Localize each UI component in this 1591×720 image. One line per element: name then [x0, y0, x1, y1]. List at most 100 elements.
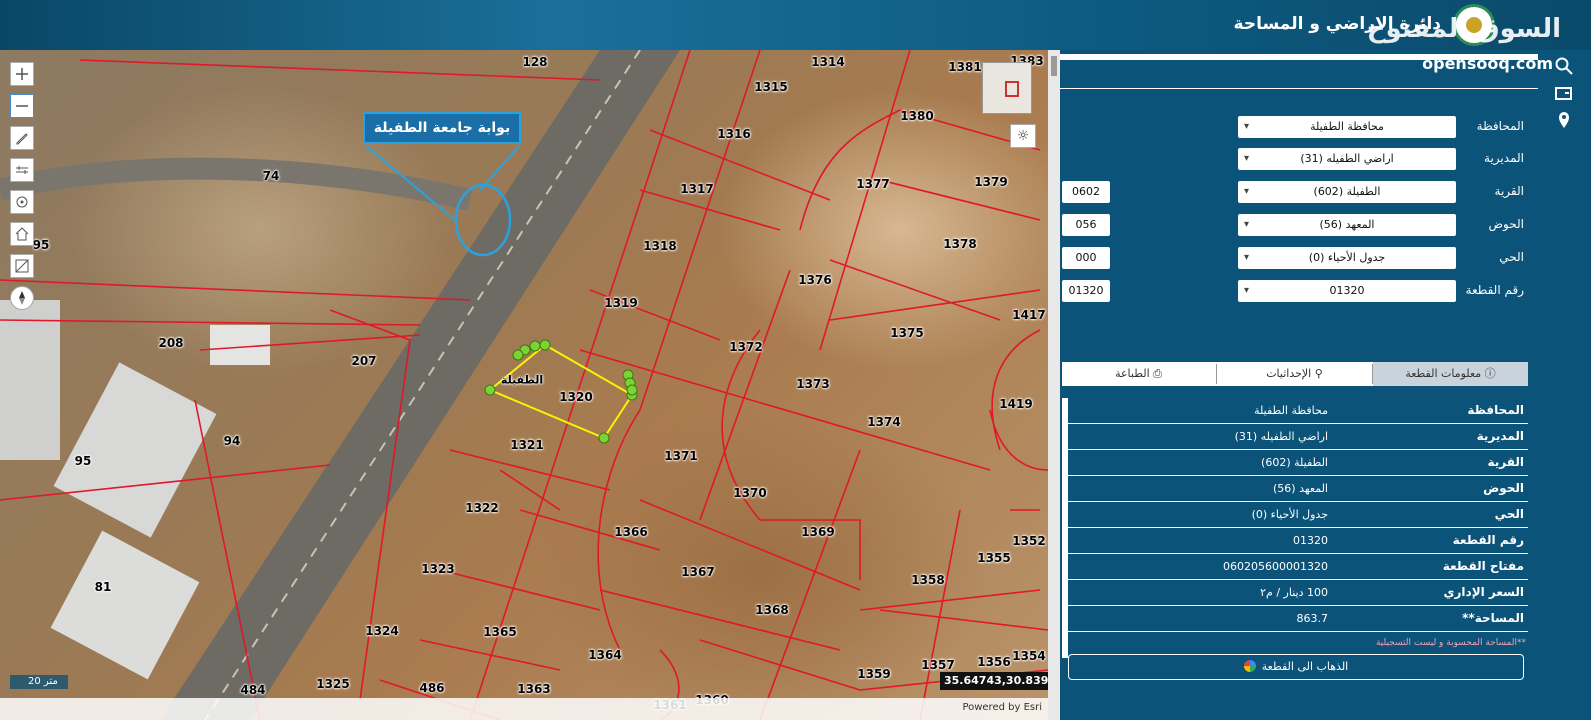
draw-pencil-icon[interactable] [10, 126, 34, 150]
card-icon[interactable] [1554, 84, 1574, 104]
parcel-label: 208 [158, 336, 184, 350]
info-label: الحي [1494, 507, 1524, 521]
attribution-text: Powered by Esri [962, 702, 1042, 713]
parcel-label: 1375 [890, 326, 924, 340]
parcel-label: 1379 [974, 175, 1008, 189]
neighborhood-code-input[interactable]: 000 [1062, 247, 1110, 269]
parcel-label: 1355 [977, 551, 1011, 565]
form-row-governorate: المحافظة محافظة الطفيلة [1060, 116, 1538, 140]
compass-icon[interactable] [10, 286, 34, 310]
tab-parcel-info[interactable]: ⓘ معلومات القطعة [1373, 362, 1528, 386]
info-label: مفتاح القطعة [1442, 559, 1524, 573]
parcel-label: 1380 [900, 109, 934, 123]
panel-separator [1060, 88, 1538, 89]
map-toolbar [10, 62, 36, 318]
building [53, 362, 217, 538]
location-pin-icon[interactable] [1554, 110, 1574, 130]
app-header: دائرة الاراضي و المساحة السوق المفتوح [0, 0, 1591, 50]
info-row: مفتاح القطعة 060205600001320 [1062, 554, 1528, 580]
info-value: محافظة الطفيلة [1254, 404, 1328, 417]
parcel-label: 1367 [681, 565, 715, 579]
map-attribution-bar: Powered by Esri [0, 698, 1048, 720]
directorate-select[interactable]: اراضي الطفيله (31) [1238, 148, 1456, 170]
info-label: المساحة** [1462, 611, 1524, 625]
parcel-label: 1352 [1012, 534, 1046, 548]
info-value: 100 دينار / م٢ [1260, 586, 1328, 599]
info-row: رقم القطعة 01320 [1062, 528, 1528, 554]
governorate-select[interactable]: محافظة الطفيلة [1238, 116, 1456, 138]
parcel-label: 1315 [754, 80, 788, 94]
info-label: الحوض [1483, 481, 1524, 495]
form-label: الحوض [1488, 217, 1524, 231]
layers-icon[interactable] [10, 254, 34, 278]
parcel-label: 81 [94, 580, 112, 594]
parcel-label: 1363 [517, 682, 551, 696]
watermark-arabic: السوق المفتوح [1366, 14, 1561, 44]
basin-select[interactable]: المعهد (56) [1238, 214, 1456, 236]
info-label: المحافظة [1467, 403, 1524, 417]
info-row: السعر الإداري 100 دينار / م٢ [1062, 580, 1528, 606]
panel-tabs: ⓘ معلومات القطعة ⚲ الإحداثيات ⎙ الطباعة [1062, 362, 1528, 386]
tab-coordinates[interactable]: ⚲ الإحداثيات [1217, 362, 1372, 386]
parcel-label: 1378 [943, 237, 977, 251]
scrollbar-thumb[interactable] [1051, 56, 1057, 76]
form-row-directorate: المديرية اراضي الطفيله (31) [1060, 148, 1538, 172]
parcel-number-select[interactable]: 01320 [1238, 280, 1456, 302]
parcel-label: 1364 [588, 648, 622, 662]
info-label: السعر الإداري [1443, 585, 1524, 599]
locate-icon[interactable] [10, 190, 34, 214]
basin-code-input[interactable]: 056 [1062, 214, 1110, 236]
parcel-label: 1314 [811, 55, 845, 69]
info-row: القرية الطفيلة (602) [1062, 450, 1528, 476]
info-label: القرية [1487, 455, 1524, 469]
info-row: المديرية اراضي الطفيله (31) [1062, 424, 1528, 450]
parcel-label: 1372 [729, 340, 763, 354]
neighborhood-select[interactable]: جدول الأحياء (0) [1238, 247, 1456, 269]
parcel-label: 1417 [1012, 308, 1046, 322]
parcel-label: 1325 [316, 677, 350, 691]
coordinate-readout: 35.64743,30.83962 [940, 672, 1048, 690]
tab-divider [1372, 364, 1373, 384]
info-label: المديرية [1476, 429, 1524, 443]
parcel-label: 1419 [999, 397, 1033, 411]
home-icon[interactable] [10, 222, 34, 246]
building [50, 530, 200, 680]
parcel-label: 1369 [801, 525, 835, 539]
right-rail [1538, 50, 1591, 720]
sun-icon[interactable]: ☼ [1010, 124, 1036, 148]
zoom-in-button[interactable] [10, 62, 34, 86]
form-row-village: القرية الطفيلة (602) 0602 [1060, 181, 1538, 205]
measure-icon[interactable] [10, 158, 34, 182]
parcel-label: 1358 [911, 573, 945, 587]
parcel-label: 74 [262, 169, 280, 183]
tab-label: الإحداثيات [1266, 367, 1312, 380]
village-select[interactable]: الطفيلة (602) [1238, 181, 1456, 203]
overview-map[interactable] [982, 62, 1032, 114]
printer-icon: ⎙ [1149, 367, 1162, 380]
parcel-label: 1381 [948, 60, 982, 74]
zoom-out-button[interactable] [10, 94, 34, 118]
search-icon[interactable] [1554, 56, 1574, 76]
info-value: 01320 [1293, 534, 1328, 547]
parcel-label: 94 [223, 434, 241, 448]
area-note: **المساحة المحسوبة و ليست التسجيلية [1375, 638, 1526, 648]
parcel-label: 1324 [365, 624, 399, 638]
parcel-label: 1321 [510, 438, 544, 452]
map-scrollbar[interactable] [1048, 50, 1060, 720]
info-row: المساحة** 863.7 [1062, 606, 1528, 632]
form-row-parcel-number: رقم القطعة 01320 01320 [1060, 280, 1538, 304]
goto-parcel-button[interactable]: الذهاب الى القطعة [1068, 654, 1524, 680]
info-value: الطفيلة (602) [1261, 456, 1328, 469]
parcel-label: 1356 [977, 655, 1011, 669]
village-code-input[interactable]: 0602 [1062, 181, 1110, 203]
map-view[interactable]: بوابة جامعة الطفيلة الطفيلة 128 1314 1381 1… [0, 50, 1048, 720]
parcel-label: 128 [522, 55, 548, 69]
tab-print[interactable]: ⎙ الطباعة [1061, 362, 1216, 386]
parcel-label: 1377 [856, 177, 890, 191]
gate-callout: بوابة جامعة الطفيلة [363, 112, 521, 144]
parcel-label: 1354 [1012, 649, 1046, 663]
tab-divider [1216, 364, 1217, 384]
parcel-label: 1318 [643, 239, 677, 253]
google-icon [1243, 660, 1256, 672]
parcel-number-input[interactable]: 01320 [1062, 280, 1110, 302]
